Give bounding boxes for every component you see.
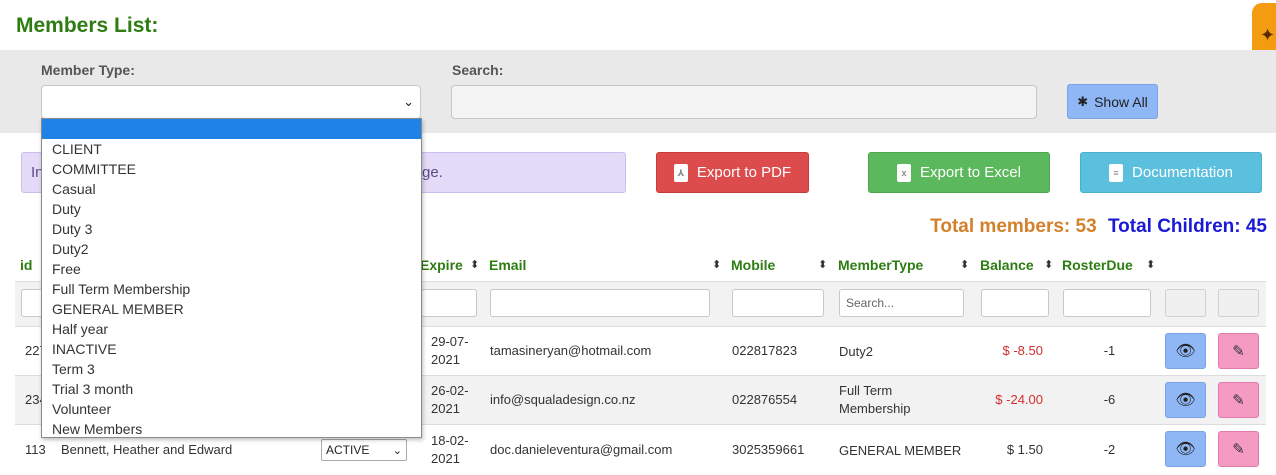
search-label: Search: (452, 62, 504, 78)
row-balance: $ -24.00 (995, 392, 1043, 407)
filter-roster-input[interactable] (1063, 289, 1151, 317)
info-text-end: ge. (422, 164, 443, 181)
edit-button[interactable]: ✎ (1218, 333, 1259, 369)
eye-icon: 👁 (1175, 343, 1196, 360)
row-mobile: 3025359661 (732, 442, 805, 457)
filter-view-placeholder (1165, 289, 1206, 317)
logo-icon: ✦ (1260, 25, 1276, 45)
row-email: info@squaladesign.co.nz (490, 392, 636, 407)
pdf-file-icon: ⅄ (673, 163, 688, 182)
export-excel-label: Export to Excel (920, 164, 1021, 181)
dropdown-option[interactable]: Trial 3 month (42, 379, 421, 399)
show-all-button[interactable]: ✱ Show All (1067, 84, 1158, 119)
row-balance: $ -8.50 (1002, 343, 1043, 358)
search-input[interactable] (451, 85, 1037, 119)
row-roster-due: -6 (1103, 392, 1116, 407)
header-roster-due[interactable]: RosterDue (1062, 257, 1133, 273)
show-all-label: Show All (1094, 93, 1148, 110)
dropdown-option[interactable]: Duty (42, 199, 421, 219)
sort-icon[interactable]: ⬍ (818, 258, 827, 271)
total-members: Total members: 53 (930, 216, 1097, 237)
dropdown-option[interactable]: Volunteer (42, 399, 421, 419)
dropdown-option[interactable]: Casual (42, 179, 421, 199)
edit-icon: ✎ (1232, 343, 1245, 360)
dropdown-option[interactable]: Full Term Membership (42, 279, 421, 299)
filter-mobile-input[interactable] (732, 289, 824, 317)
dropdown-option[interactable]: Free (42, 259, 421, 279)
dropdown-option[interactable]: CLIENT (42, 139, 421, 159)
excel-file-icon: x (897, 163, 912, 182)
chevron-down-icon: ⌄ (403, 94, 414, 109)
row-roster-due: -1 (1103, 343, 1116, 358)
row-member-type: GENERAL MEMBER (839, 443, 962, 458)
row-email: doc.danieleventura@gmail.com (490, 442, 673, 457)
view-button[interactable]: 👁 (1165, 333, 1206, 369)
dropdown-option[interactable]: COMMITTEE (42, 159, 421, 179)
member-type-dropdown-list: CLIENT COMMITTEE Casual Duty Duty 3 Duty… (41, 118, 422, 438)
sort-icon[interactable]: ⬍ (1044, 258, 1053, 271)
edit-button[interactable]: ✎ (1218, 431, 1259, 467)
status-select-value: ACTIVE (326, 443, 370, 457)
header-balance[interactable]: Balance (980, 257, 1034, 273)
header-member-type[interactable]: MemberType (838, 257, 923, 273)
dropdown-option[interactable]: INACTIVE (42, 339, 421, 359)
dropdown-option[interactable]: Duty 3 (42, 219, 421, 239)
export-excel-button[interactable]: x Export to Excel (868, 152, 1050, 193)
filter-expire-input[interactable] (421, 289, 477, 317)
eye-icon: 👁 (1175, 392, 1196, 409)
asterisk-icon: ✱ (1077, 93, 1089, 109)
edit-icon: ✎ (1232, 441, 1245, 458)
header-mobile[interactable]: Mobile (731, 257, 775, 273)
chevron-down-icon: ⌄ (392, 445, 402, 457)
sort-icon[interactable]: ⬍ (712, 258, 721, 271)
export-pdf-button[interactable]: ⅄ Export to PDF (656, 152, 809, 193)
status-select[interactable]: ACTIVE ⌄ (321, 439, 407, 461)
row-balance: $ 1.50 (1006, 442, 1043, 457)
total-children: Total Children: 45 (1107, 216, 1267, 237)
view-button[interactable]: 👁 (1165, 382, 1206, 418)
documentation-button[interactable]: ≡ Documentation (1080, 152, 1262, 193)
dropdown-option[interactable]: New Members (42, 419, 421, 439)
row-expire: 29-07-2021 (431, 334, 469, 367)
edit-button[interactable]: ✎ (1218, 382, 1259, 418)
sort-icon[interactable]: ⬍ (470, 258, 479, 271)
document-icon: ≡ (1109, 163, 1124, 182)
dropdown-option[interactable]: Half year (42, 319, 421, 339)
row-mobile: 022876554 (732, 392, 798, 407)
header-id[interactable]: id (20, 257, 32, 273)
row-email: tamasineryan@hotmail.com (490, 343, 652, 358)
dropdown-option[interactable]: Duty2 (42, 239, 421, 259)
row-roster-due: -2 (1103, 442, 1116, 457)
documentation-label: Documentation (1132, 164, 1233, 181)
sort-icon[interactable]: ⬍ (960, 258, 969, 271)
totals-summary: Total members: 53 Total Children: 45 (930, 216, 1267, 238)
member-type-label: Member Type: (41, 62, 135, 78)
edit-icon: ✎ (1232, 392, 1245, 409)
sort-icon[interactable]: ⬍ (1146, 258, 1155, 271)
row-expire: 18-02-2021 (431, 433, 469, 466)
dropdown-option[interactable]: Term 3 (42, 359, 421, 379)
dropdown-option[interactable]: GENERAL MEMBER (42, 299, 421, 319)
row-member-type: Duty2 (839, 344, 873, 359)
header-email[interactable]: Email (489, 257, 526, 273)
dropdown-option[interactable] (42, 119, 421, 139)
row-expire: 26-02-2021 (431, 383, 469, 416)
header-expire[interactable]: Expire (420, 257, 463, 273)
export-pdf-label: Export to PDF (696, 164, 792, 181)
eye-icon: 👁 (1175, 441, 1196, 458)
filter-edit-placeholder (1218, 289, 1259, 317)
filter-member-type-input[interactable]: Search... (839, 289, 964, 317)
page-title: Members List: (16, 14, 159, 37)
member-type-select[interactable]: ⌄ (41, 85, 421, 119)
members-page: Members List: ✦ Member Type: Search: ⌄ ✱… (0, 0, 1276, 475)
filter-balance-input[interactable] (981, 289, 1049, 317)
row-mobile: 022817823 (732, 343, 798, 358)
view-button[interactable]: 👁 (1165, 431, 1206, 467)
row-id: 113 (25, 442, 46, 457)
row-member-type: Full Term Membership (839, 383, 911, 416)
row-name: Bennett, Heather and Edward (61, 442, 233, 457)
filter-email-input[interactable] (490, 289, 710, 317)
